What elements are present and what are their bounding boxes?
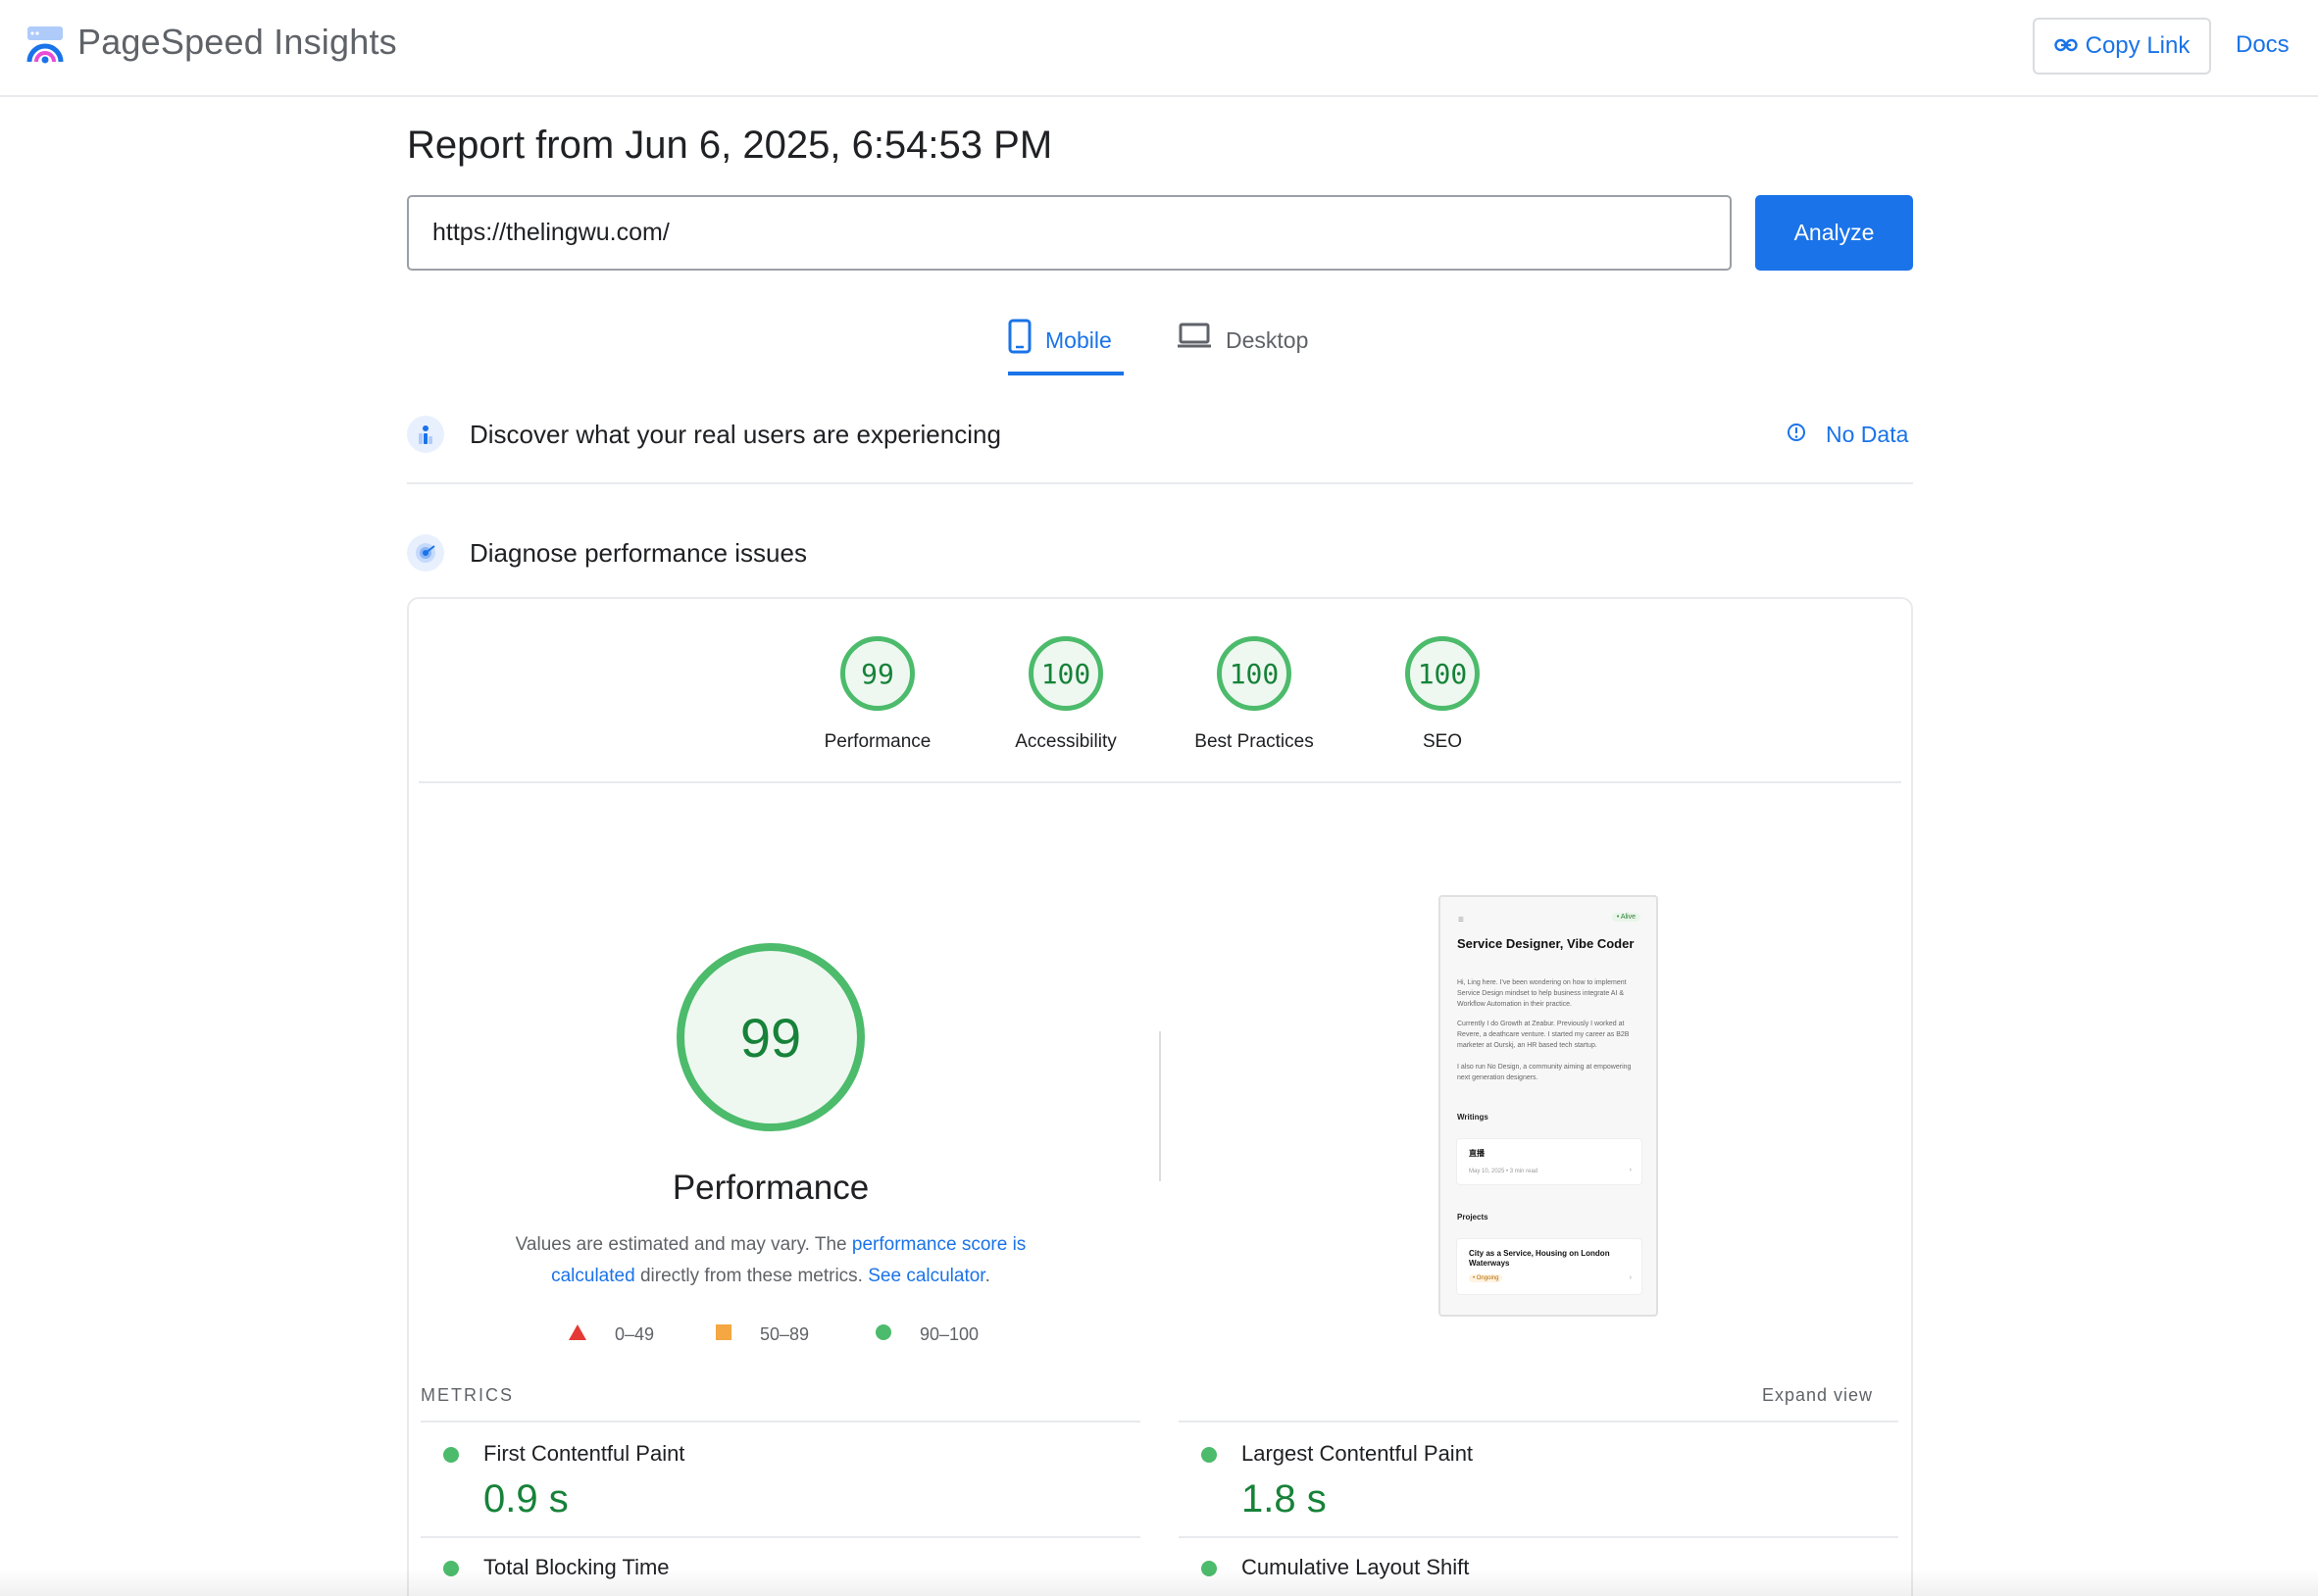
- thumb-para: Hi, Ling here. I've been wondering on ho…: [1457, 979, 1627, 1008]
- metric-divider: [421, 1536, 1140, 1538]
- circle-icon: [875, 1323, 892, 1346]
- card-divider: [419, 781, 1901, 783]
- accessibility-score-label[interactable]: Accessibility: [968, 731, 1164, 753]
- accessibility-score-gauge[interactable]: 100: [1029, 636, 1103, 711]
- thumb-badge: • Alive: [1611, 913, 1640, 922]
- metric-divider: [421, 1421, 1140, 1422]
- best-practices-score-gauge[interactable]: 100: [1217, 636, 1291, 711]
- pagespeed-logo-icon[interactable]: [25, 25, 65, 66]
- metric-value-lcp: 1.8 s: [1241, 1477, 1327, 1521]
- no-data-label: No Data: [1826, 422, 1909, 447]
- best-practices-score-label[interactable]: Best Practices: [1156, 731, 1352, 753]
- performance-score-label[interactable]: Performance: [780, 731, 976, 753]
- legend-poor: 0–49: [568, 1323, 654, 1346]
- thumb-project-card: City as a Service, Housing on London Wat…: [1456, 1238, 1642, 1295]
- legend-poor-range: 0–49: [615, 1324, 655, 1344]
- seo-score-gauge[interactable]: 100: [1405, 636, 1480, 711]
- thumb-title: Service Designer, Vibe Coder: [1457, 936, 1635, 951]
- thumb-para: Currently I do Growth at Zeabur. Previou…: [1457, 1021, 1630, 1049]
- bottom-fade: [0, 1569, 2318, 1596]
- top-bar: PageSpeed Insights Copy Link Docs: [0, 0, 2318, 97]
- metric-name-fcp: First Contentful Paint: [483, 1441, 685, 1466]
- radar-icon: [407, 534, 444, 572]
- copy-link-label: Copy Link: [2085, 32, 2191, 59]
- triangle-icon: [568, 1323, 587, 1346]
- thumb-project-tag: • Ongoing: [1469, 1274, 1503, 1282]
- thumb-writing-title: 直播: [1469, 1149, 1485, 1158]
- no-data-link[interactable]: No Data: [1787, 422, 1908, 448]
- metrics-heading: METRICS: [421, 1385, 514, 1405]
- legend-average-range: 50–89: [760, 1324, 810, 1344]
- tab-mobile[interactable]: Mobile: [1008, 319, 1124, 375]
- laptop-icon: [1177, 319, 1212, 356]
- legend-good-range: 90–100: [920, 1324, 980, 1344]
- metric-name-lcp: Largest Contentful Paint: [1241, 1441, 1474, 1466]
- thumb-writing-card: 直播 May 10, 2025 • 3 min read ›: [1456, 1138, 1642, 1185]
- performance-score-gauge[interactable]: 99: [840, 636, 915, 711]
- legend-good: 90–100: [875, 1323, 979, 1346]
- tab-desktop[interactable]: Desktop: [1177, 319, 1308, 375]
- url-input[interactable]: [407, 195, 1732, 271]
- metric-divider: [1179, 1421, 1898, 1422]
- thumb-project-title: City as a Service, Housing on London Wat…: [1469, 1249, 1610, 1268]
- hamburger-icon: ≡: [1458, 915, 1464, 925]
- analyze-button[interactable]: Analyze: [1755, 195, 1913, 271]
- performance-big-gauge: 99: [677, 943, 865, 1131]
- seo-score-label[interactable]: SEO: [1344, 731, 1540, 753]
- thumb-projects-heading: Projects: [1457, 1213, 1488, 1222]
- section-divider: [407, 482, 1913, 484]
- info-icon: [1787, 422, 1806, 448]
- legend-average: 50–89: [715, 1323, 809, 1346]
- diagnose-title: Diagnose performance issues: [470, 538, 807, 568]
- metric-divider: [1179, 1536, 1898, 1538]
- expand-view-toggle[interactable]: Expand view: [1762, 1385, 1873, 1406]
- desc-text: .: [984, 1266, 990, 1286]
- real-users-title: Discover what your real users are experi…: [470, 420, 1001, 449]
- see-calculator-link[interactable]: See calculator: [868, 1266, 984, 1286]
- thumb-chevron-icon: ›: [1629, 1274, 1632, 1281]
- tab-desktop-label: Desktop: [1226, 327, 1309, 353]
- thumb-chevron-icon: ›: [1629, 1167, 1632, 1173]
- performance-title: Performance: [672, 1169, 870, 1207]
- metric-value-fcp: 0.9 s: [483, 1477, 569, 1521]
- mobile-phone-icon: [1008, 319, 1032, 360]
- report-title: Report from Jun 6, 2025, 6:54:53 PM: [407, 124, 1053, 167]
- vertical-separator: [1159, 1031, 1161, 1181]
- square-icon: [715, 1323, 732, 1346]
- thumb-writing-meta: May 10, 2025 • 3 min read: [1469, 1169, 1538, 1174]
- app-title[interactable]: PageSpeed Insights: [77, 22, 397, 63]
- desc-text: directly from these metrics.: [634, 1266, 869, 1286]
- good-metric-icon: [1201, 1447, 1217, 1463]
- tab-mobile-label: Mobile: [1045, 327, 1112, 353]
- docs-link[interactable]: Docs: [2236, 31, 2290, 59]
- desc-text: Values are estimated and may vary. The: [515, 1234, 852, 1255]
- final-screenshot-thumbnail[interactable]: ≡ • Alive Service Designer, Vibe Coder H…: [1438, 895, 1658, 1317]
- users-chart-icon: [407, 416, 444, 453]
- link-icon: [2053, 32, 2078, 60]
- copy-link-button[interactable]: Copy Link: [2033, 18, 2211, 75]
- thumb-para: I also run No Design, a community aiming…: [1457, 1064, 1632, 1081]
- thumb-writings-heading: Writings: [1457, 1113, 1488, 1122]
- performance-description: Values are estimated and may vary. The p…: [477, 1229, 1065, 1292]
- good-metric-icon: [443, 1447, 459, 1463]
